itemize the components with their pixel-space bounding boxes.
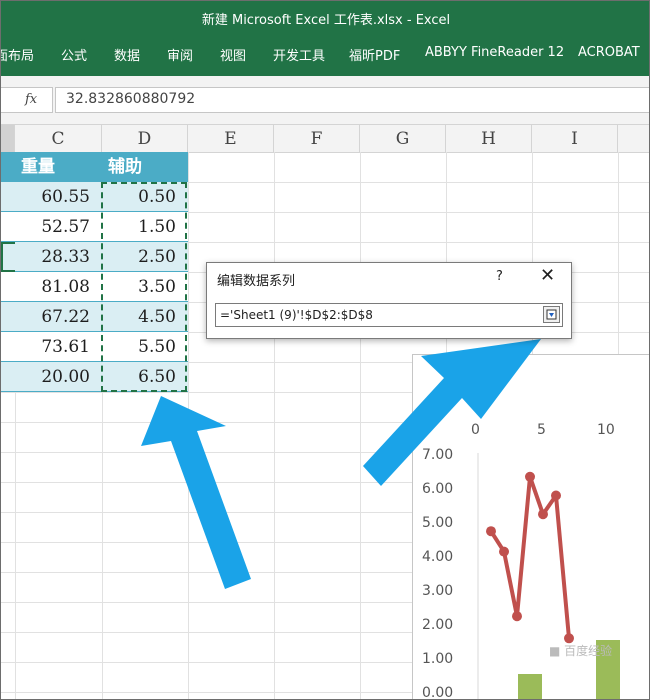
chart-bar bbox=[518, 674, 542, 699]
chart-line-series bbox=[489, 474, 571, 639]
dialog-title: 编辑数据系列 bbox=[217, 274, 296, 289]
y-tick-label: 1.00 bbox=[422, 651, 454, 667]
y-tick-label: 5.00 bbox=[422, 515, 454, 531]
chart-point bbox=[499, 546, 509, 557]
chart-plot bbox=[477, 453, 620, 699]
y-tick-label: 7.00 bbox=[422, 447, 454, 463]
chart-point bbox=[486, 526, 496, 537]
chart-point bbox=[525, 471, 535, 482]
edit-series-dialog: 编辑数据系列 ? ✕ ='Sheet1 (9)'!$D$2:$D$8 bbox=[206, 262, 572, 339]
x-tick-label: 5 bbox=[537, 422, 546, 438]
y-tick-label: 0.00 bbox=[422, 685, 454, 700]
excel-window: 新建 Microsoft Excel 工作表.xlsx - Excel 面布局 … bbox=[0, 0, 650, 700]
chart-point bbox=[551, 490, 561, 501]
chart-point bbox=[512, 611, 522, 622]
x-tick-label: 10 bbox=[597, 422, 615, 438]
y-tick-label: 3.00 bbox=[422, 583, 454, 599]
collapse-range-button[interactable] bbox=[543, 306, 560, 323]
series-values-input[interactable]: ='Sheet1 (9)'!$D$2:$D$8 bbox=[215, 303, 563, 327]
x-tick-label: 0 bbox=[471, 422, 480, 438]
close-button[interactable]: ✕ bbox=[540, 265, 555, 286]
y-tick-label: 6.00 bbox=[422, 481, 454, 497]
series-values-text: ='Sheet1 (9)'!$D$2:$D$8 bbox=[220, 308, 373, 322]
collapse-range-icon bbox=[546, 309, 557, 320]
y-tick-label: 2.00 bbox=[422, 617, 454, 633]
help-button[interactable]: ? bbox=[496, 269, 503, 284]
watermark-logo: ■ 百度经验 bbox=[549, 644, 613, 658]
chart-point bbox=[538, 509, 548, 520]
y-tick-label: 4.00 bbox=[422, 549, 454, 565]
